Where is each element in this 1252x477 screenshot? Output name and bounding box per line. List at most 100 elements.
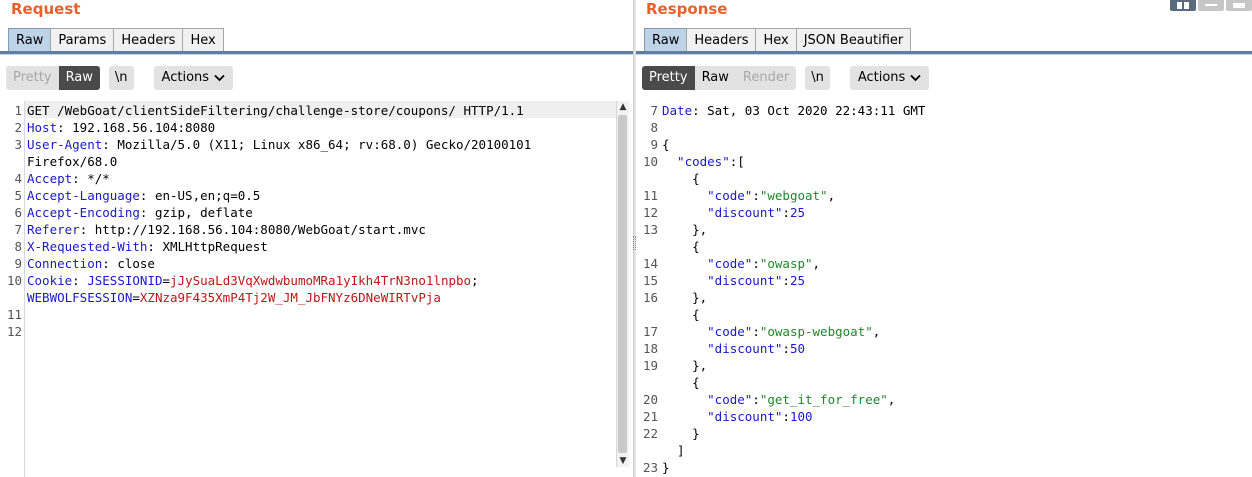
code-line: { [662, 170, 700, 187]
code-token: : Mozilla/5.0 (X11; Linux x86_64; rv:68.… [102, 137, 532, 152]
code-line: Connection: close [27, 255, 155, 272]
code-token: Connection [27, 256, 103, 271]
code-token: Firefox/68.0 [27, 154, 118, 169]
line-number: 8 [14, 239, 22, 254]
code-token: Referer [27, 222, 80, 237]
code-line: Referer: http://192.168.56.104:8080/WebG… [27, 221, 426, 238]
line-number [0, 153, 22, 170]
line-number [636, 374, 658, 391]
code-line: "discount":100 [662, 408, 813, 425]
code-token: "discount" [662, 205, 783, 220]
scroll-down-arrow-icon[interactable]: ▼ [617, 455, 629, 467]
code-token: "owasp" [759, 256, 813, 271]
request-view-toggle: Pretty Raw [6, 66, 100, 90]
code-token: : [752, 324, 760, 339]
request-tab-raw[interactable]: Raw [8, 28, 52, 52]
code-line: Date: Sat, 03 Oct 2020 22:43:11 GMT [662, 102, 925, 119]
response-tab-raw[interactable]: Raw [644, 28, 688, 52]
code-token: 100 [789, 409, 813, 424]
code-line: User-Agent: Mozilla/5.0 (X11; Linux x86_… [27, 136, 531, 153]
code-token: : http://192.168.56.104:8080/WebGoat/sta… [79, 222, 426, 237]
code-line: "discount":50 [662, 340, 805, 357]
layout-split-icon[interactable] [1170, 0, 1196, 11]
response-tab-json-beautifier[interactable]: JSON Beautifier [795, 28, 912, 52]
code-token: { [662, 375, 700, 390]
code-token: = [132, 290, 140, 305]
code-token: , [827, 188, 836, 203]
code-token: Date [662, 103, 693, 118]
request-actions-button[interactable]: Actions [153, 66, 234, 90]
response-render-button[interactable]: Render [736, 66, 796, 90]
line-number: 1 [14, 103, 22, 118]
response-tab-hex[interactable]: Hex [755, 28, 797, 52]
request-raw-button[interactable]: Raw [58, 66, 100, 90]
request-tab-hex[interactable]: Hex [182, 28, 224, 52]
request-tab-params[interactable]: Params [50, 28, 115, 52]
code-token: "owasp-webgoat" [759, 324, 873, 339]
response-tab-underline [636, 51, 1252, 55]
response-newline-button[interactable]: \n [805, 66, 830, 90]
layout-horizontal-icon[interactable] [1198, 0, 1224, 11]
request-scrollbar-thumb[interactable] [618, 115, 627, 453]
response-actions-button[interactable]: Actions [849, 66, 930, 90]
response-title: Response [646, 0, 728, 18]
request-pane: Request Raw Params Headers Hex Pretty Ra… [0, 0, 633, 477]
code-token: User-Agent [27, 137, 103, 152]
line-number [636, 306, 658, 323]
response-view-toggle: Pretty Raw Render [642, 66, 797, 90]
code-token: "get_it_for_free" [759, 392, 888, 407]
request-pretty-button[interactable]: Pretty [6, 66, 59, 90]
code-token: : */* [72, 171, 110, 186]
scroll-up-arrow-icon[interactable]: ▲ [617, 101, 629, 113]
code-token: , [812, 256, 821, 271]
response-editor[interactable]: 7 Date: Sat, 03 Oct 2020 22:43:11 GMT 8 9 {1… [636, 101, 1252, 477]
code-token: : [782, 205, 790, 220]
code-line: Accept-Encoding: gzip, deflate [27, 204, 253, 221]
request-tab-headers[interactable]: Headers [113, 28, 184, 52]
code-token: "codes" [662, 154, 730, 169]
code-line: "code":"owasp", [662, 255, 820, 272]
code-token: :[ [729, 154, 745, 169]
code-line: WEBWOLFSESSION=XZNza9F435XmP4Tj2W_JM_JbF… [27, 289, 441, 306]
code-token: : [782, 341, 790, 356]
code-token: X-Requested-With [27, 239, 148, 254]
response-raw-button[interactable]: Raw [695, 66, 736, 90]
layout-vertical-icon[interactable] [1226, 0, 1252, 11]
request-newline-button[interactable]: \n [108, 66, 134, 90]
line-number: 5 [14, 188, 22, 203]
code-token: GET /WebGoat/clientSideFiltering/challen… [27, 103, 524, 118]
line-number: 4 [14, 171, 22, 186]
code-line: } [662, 425, 700, 442]
line-number: 10 [6, 273, 22, 288]
code-token: "code" [662, 188, 753, 203]
code-token: WEBWOLFSESSION [27, 290, 133, 305]
line-number: 2 [14, 120, 22, 135]
code-line: Accept: */* [27, 170, 110, 187]
code-token: : XMLHttpRequest [147, 239, 268, 254]
code-token: "discount" [662, 409, 783, 424]
code-line: { [662, 374, 700, 391]
response-tab-headers[interactable]: Headers [686, 28, 757, 52]
line-number: 19 [642, 358, 658, 373]
line-number: 23 [642, 460, 658, 475]
code-token: : [752, 256, 760, 271]
code-token: }, [662, 290, 708, 305]
request-scrollbar[interactable]: ▲ ▼ [616, 101, 629, 467]
line-number: 12 [642, 205, 658, 220]
code-token: "code" [662, 324, 753, 339]
code-token: : [72, 273, 88, 288]
request-editor[interactable]: 1 GET /WebGoat/clientSideFiltering/challe… [0, 101, 633, 477]
line-number: 17 [642, 324, 658, 339]
request-actions-label: Actions [161, 70, 210, 85]
line-number: 9 [14, 256, 22, 271]
code-token: : en-US,en;q=0.5 [139, 188, 261, 203]
response-pretty-button[interactable]: Pretty [642, 66, 695, 90]
layout-controls [1168, 0, 1252, 11]
code-line: "code":"webgoat", [662, 187, 835, 204]
line-number [636, 442, 658, 459]
chevron-down-icon [214, 74, 225, 82]
code-line: { [662, 238, 700, 255]
line-number: 15 [642, 273, 658, 288]
code-token: { [662, 137, 670, 152]
code-token: "discount" [662, 341, 783, 356]
